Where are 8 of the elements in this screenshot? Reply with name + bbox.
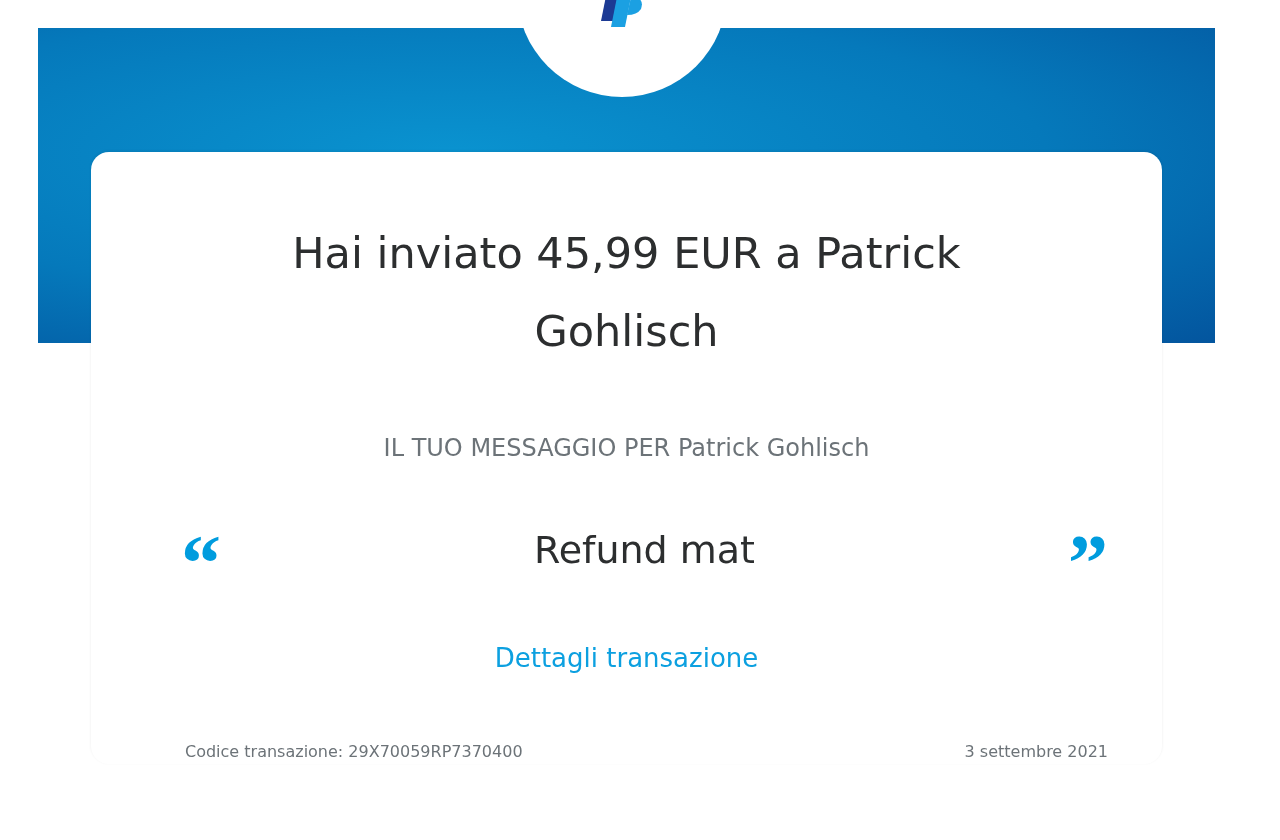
transaction-date: 3 settembre 2021 — [964, 741, 1108, 763]
details-link[interactable]: Dettagli transazione — [494, 643, 759, 673]
message-text: Refund mat — [534, 527, 755, 574]
open-quote: “ — [181, 522, 221, 579]
message-label: IL TUO MESSAGGIO PER Patrick Gohlisch — [382, 433, 871, 464]
close-quote: ” — [1068, 522, 1108, 579]
transaction-code: Codice transazione: 29X70059RP7370400 — [185, 741, 523, 763]
heading: Hai inviato 45,99 EUR a Patrick Gohlisch — [291, 227, 962, 358]
